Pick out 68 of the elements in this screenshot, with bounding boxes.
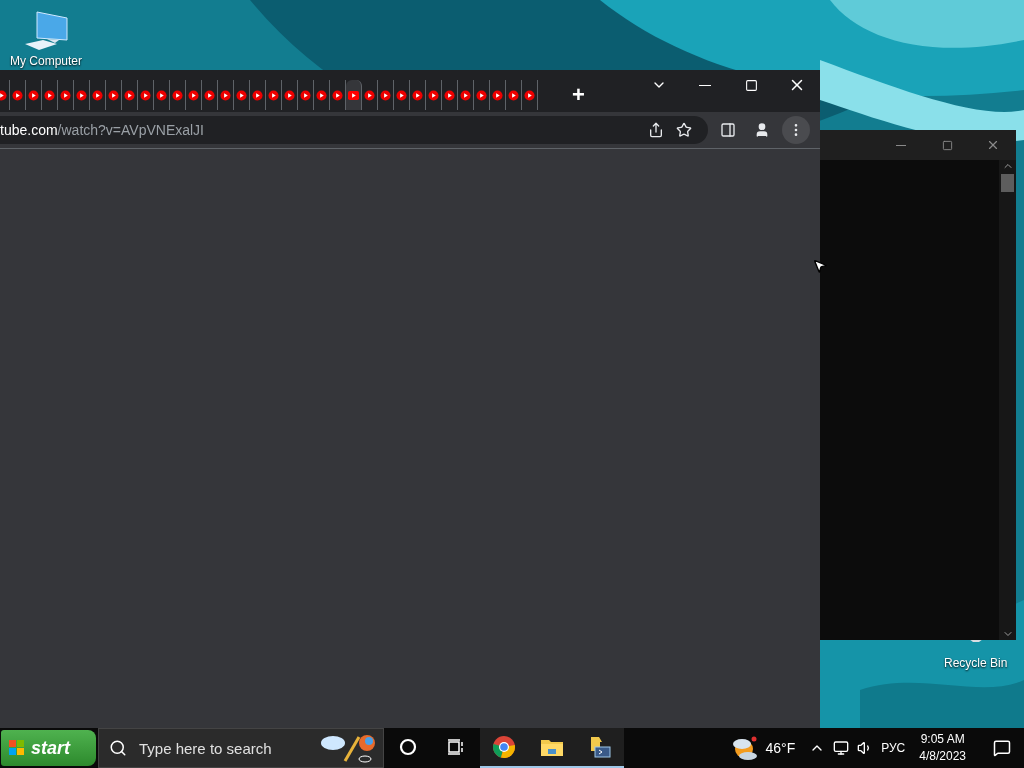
- video-icon: [140, 89, 151, 101]
- video-icon: [76, 89, 87, 101]
- video-icon: [348, 89, 359, 101]
- video-icon: [380, 89, 391, 101]
- star-icon: [676, 122, 692, 138]
- computer-icon: [23, 10, 69, 52]
- maximize-icon: [941, 139, 953, 151]
- new-tab-button[interactable]: +: [568, 83, 589, 107]
- folder-icon: [540, 737, 564, 757]
- search-bar[interactable]: Type here to search: [98, 728, 384, 768]
- video-icon: [284, 89, 295, 101]
- video-icon: [108, 89, 119, 101]
- close-icon: [986, 138, 1000, 152]
- chrome-icon: [492, 735, 516, 759]
- video-icon: [220, 89, 231, 101]
- weather-icon: [731, 736, 758, 760]
- video-icon: [60, 89, 71, 101]
- taskbar-app-button[interactable]: [576, 728, 624, 768]
- taskbar-app-button[interactable]: [480, 728, 528, 768]
- search-icon: [109, 739, 127, 757]
- menu-button[interactable]: [782, 116, 810, 144]
- video-icon: [524, 89, 535, 101]
- search-field[interactable]: Type here to search: [137, 738, 309, 758]
- clock[interactable]: 9:05 AM 4/8/2023: [913, 731, 972, 765]
- person-icon: [754, 122, 770, 138]
- video-icon: [44, 89, 55, 101]
- video-icon: [412, 89, 423, 101]
- app-icon: [588, 735, 612, 759]
- minimize-icon: [699, 84, 711, 86]
- video-icon: [156, 89, 167, 101]
- url-text: tube.com/watch?v=AVpVNExalJI: [0, 122, 204, 138]
- video-icon: [204, 89, 215, 101]
- scrollbar-thumb[interactable]: [1001, 174, 1014, 192]
- video-icon: [492, 89, 503, 101]
- desktop-icon-label[interactable]: My Computer: [10, 54, 83, 68]
- maximize-icon: [744, 78, 758, 92]
- address-bar[interactable]: tube.com/watch?v=AVpVNExalJI: [0, 116, 708, 144]
- language-indicator[interactable]: РУС: [881, 741, 906, 755]
- side-panel-icon: [720, 122, 736, 138]
- scrollbar[interactable]: [999, 160, 1016, 640]
- video-icon: [316, 89, 327, 101]
- video-icon: [444, 89, 455, 101]
- minimize-icon: [896, 144, 906, 146]
- share-icon: [648, 122, 664, 138]
- video-icon: [188, 89, 199, 101]
- task-view-icon: [447, 739, 465, 755]
- video-icon: [236, 89, 247, 101]
- video-icon: [508, 89, 519, 101]
- network-icon[interactable]: [833, 740, 850, 756]
- video-icon: [12, 89, 23, 101]
- video-icon: [252, 89, 263, 101]
- desktop-icon-label[interactable]: Recycle Bin: [944, 656, 1008, 670]
- windows-logo-icon: [9, 740, 25, 756]
- notifications-icon: [993, 739, 1011, 757]
- video-icon: [92, 89, 103, 101]
- video-icon: [428, 89, 439, 101]
- video-icon: [396, 89, 407, 101]
- temperature-text: 46°F: [765, 740, 796, 756]
- circle-icon: [399, 738, 417, 756]
- video-icon: [332, 89, 343, 101]
- video-icon: [364, 89, 375, 101]
- video-icon: [300, 89, 311, 101]
- video-icon: [476, 89, 487, 101]
- video-icon: [172, 89, 183, 101]
- video-icon: [124, 89, 135, 101]
- video-icon: [268, 89, 279, 101]
- video-icon: [460, 89, 471, 101]
- video-icon: [28, 89, 39, 101]
